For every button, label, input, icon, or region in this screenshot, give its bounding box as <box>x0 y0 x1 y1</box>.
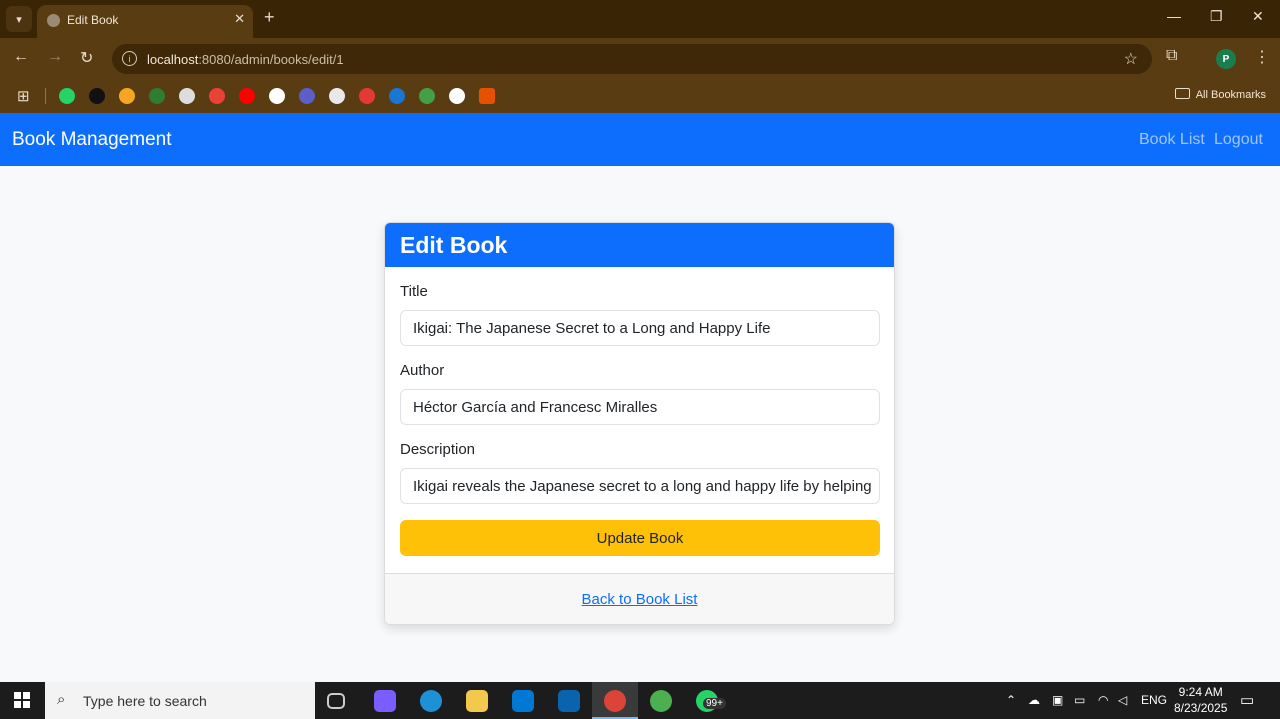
bookmark-youtube-icon[interactable] <box>239 88 255 104</box>
bookmark-whatsapp-icon[interactable] <box>59 88 75 104</box>
volume-icon[interactable]: ◁ <box>1118 693 1127 707</box>
site-info-icon[interactable]: i <box>122 51 137 66</box>
title-label: Title <box>400 283 428 300</box>
onedrive-icon[interactable]: ☁ <box>1028 693 1040 707</box>
folder-icon <box>1174 88 1190 99</box>
bookmark-site-icon[interactable] <box>359 88 375 104</box>
bookmark-site-icon[interactable] <box>479 88 495 104</box>
bookmark-tuf-icon[interactable] <box>89 88 105 104</box>
back-to-book-list-link[interactable]: Back to Book List <box>582 591 698 608</box>
nav-link-book-list[interactable]: Book List <box>1139 131 1205 149</box>
tab-title: Edit Book <box>67 13 119 27</box>
meet-icon[interactable]: ▣ <box>1052 693 1063 707</box>
restore-icon[interactable]: ❐ <box>1210 8 1223 25</box>
nav-link-logout[interactable]: Logout <box>1214 131 1263 149</box>
windows-taskbar: ⌕ Type here to search ⌃ ☁ ▣ ▭ ◠ ◁ ENG 9:… <box>0 682 1280 719</box>
clock[interactable]: 9:24 AM 8/23/2025 <box>1174 684 1227 716</box>
author-input[interactable]: Héctor García and Francesc Miralles <box>400 389 880 425</box>
navbar-brand[interactable]: Book Management <box>12 129 172 151</box>
taskbar-search[interactable]: ⌕ Type here to search <box>45 682 315 719</box>
card-footer: Back to Book List <box>385 573 894 624</box>
spring-tools-icon[interactable] <box>650 690 672 712</box>
back-icon[interactable]: ← <box>13 48 29 66</box>
search-placeholder: Type here to search <box>83 693 207 709</box>
update-book-button[interactable]: Update Book <box>400 520 880 556</box>
edit-book-form: Title Ikigai: The Japanese Secret to a L… <box>385 267 894 556</box>
apps-icon[interactable]: ⊞ <box>17 87 30 105</box>
bookmark-site-icon[interactable] <box>329 88 345 104</box>
url-text: localhost:8080/admin/books/edit/1 <box>147 52 344 67</box>
microsoft-store-icon[interactable] <box>512 690 534 712</box>
reload-icon[interactable]: ↻ <box>80 48 93 68</box>
bookmark-site-icon[interactable] <box>419 88 435 104</box>
author-label: Author <box>400 362 445 379</box>
address-bar[interactable]: i localhost:8080/admin/books/edit/1 ☆ <box>112 44 1152 74</box>
all-bookmarks-button[interactable]: All Bookmarks <box>1174 88 1266 101</box>
bookmark-gfg-icon[interactable] <box>149 88 165 104</box>
extensions-icon[interactable]: ⧉ <box>1166 47 1177 65</box>
menu-icon[interactable]: ⋮ <box>1254 47 1270 67</box>
notifications-icon[interactable]: ▭ <box>1240 691 1254 709</box>
browser-tab-bar: ▾ Edit Book ✕ + — ❐ ✕ <box>0 0 1280 38</box>
bookmarks-bar: ⊞ All Bookmarks <box>0 80 1280 113</box>
bookmark-cc-icon[interactable] <box>179 88 195 104</box>
search-icon: ⌕ <box>57 691 66 708</box>
window-close-icon[interactable]: ✕ <box>1252 8 1264 25</box>
globe-icon <box>47 14 60 27</box>
bookmark-star-icon[interactable]: ☆ <box>1124 49 1138 69</box>
bookmark-chatgpt-icon[interactable] <box>269 88 285 104</box>
close-icon[interactable]: ✕ <box>234 11 245 27</box>
copilot-icon[interactable] <box>374 690 396 712</box>
chevron-up-icon[interactable]: ⌃ <box>1006 693 1016 707</box>
title-input[interactable]: Ikigai: The Japanese Secret to a Long an… <box>400 310 880 346</box>
browser-tab[interactable]: Edit Book ✕ <box>37 5 253 38</box>
windows-start-icon[interactable] <box>14 692 30 708</box>
clock-date: 8/23/2025 <box>1174 701 1228 715</box>
task-view-icon[interactable] <box>327 693 345 709</box>
description-label: Description <box>400 441 476 458</box>
new-tab-button[interactable]: + <box>264 7 275 28</box>
language-indicator[interactable]: ENG <box>1141 693 1167 707</box>
divider <box>45 88 46 104</box>
file-explorer-icon[interactable] <box>466 690 488 712</box>
notification-badge: 99+ <box>703 698 726 709</box>
edit-book-card: Edit Book Title Ikigai: The Japanese Sec… <box>384 222 895 625</box>
bookmark-site-icon[interactable] <box>449 88 465 104</box>
wifi-icon[interactable]: ◠ <box>1098 693 1108 707</box>
tab-search-button[interactable]: ▾ <box>6 6 32 32</box>
description-input[interactable]: Ikigai reveals the Japanese secret to a … <box>400 468 880 504</box>
clock-time: 9:24 AM <box>1178 685 1223 699</box>
minimize-icon[interactable]: — <box>1167 8 1181 24</box>
bookmark-stackoverflow-icon[interactable] <box>119 88 135 104</box>
battery-icon[interactable]: ▭ <box>1074 693 1085 707</box>
edge-icon[interactable] <box>420 690 442 712</box>
bookmark-gmail-icon[interactable] <box>209 88 225 104</box>
forward-icon[interactable]: → <box>47 48 63 66</box>
chrome-icon <box>604 690 626 712</box>
outlook-icon[interactable] <box>558 690 580 712</box>
bookmark-teams-icon[interactable] <box>299 88 315 104</box>
card-title: Edit Book <box>400 232 508 258</box>
browser-toolbar: ← → ↻ i localhost:8080/admin/books/edit/… <box>0 38 1280 80</box>
chrome-taskbar-button[interactable] <box>592 682 638 719</box>
card-header: Edit Book <box>385 223 894 267</box>
app-navbar: Book Management Book List Logout <box>0 113 1280 166</box>
bookmark-site-icon[interactable] <box>389 88 405 104</box>
profile-avatar[interactable]: P <box>1216 49 1236 69</box>
